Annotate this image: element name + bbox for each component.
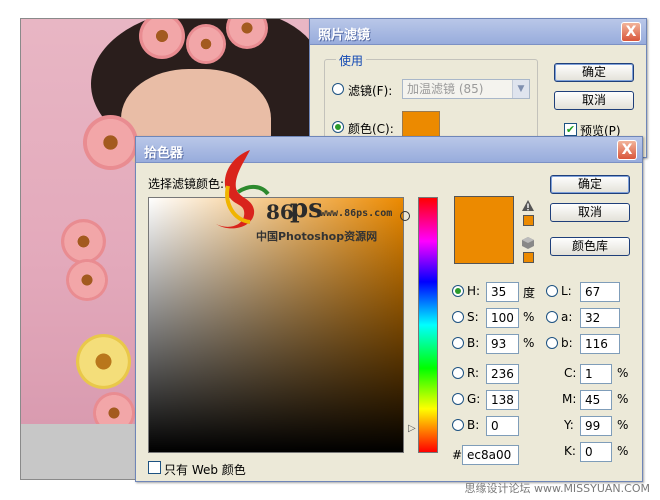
gamut-warning-icon[interactable]: [522, 200, 534, 212]
cyan-label: C:: [564, 366, 577, 380]
cyan-field[interactable]: 1: [580, 364, 612, 384]
a-channel-radio[interactable]: [546, 311, 558, 323]
color-picker-title: 拾色器: [144, 146, 184, 161]
lightness-label: L:: [561, 284, 572, 298]
hex-field[interactable]: ec8a00: [462, 445, 519, 465]
web-color-swatch[interactable]: [523, 252, 534, 263]
ok-button[interactable]: 确定: [554, 63, 634, 82]
color-radio[interactable]: [332, 121, 344, 133]
red-field[interactable]: 236: [486, 364, 519, 384]
hex-label: #: [452, 448, 463, 462]
filter-radio[interactable]: [332, 83, 344, 95]
hue-radio[interactable]: [452, 285, 464, 297]
watermark-ps: ps: [290, 194, 323, 224]
yellow-unit: %: [617, 418, 629, 432]
yellow-field[interactable]: 99: [580, 416, 612, 436]
a-channel-field[interactable]: 32: [580, 308, 620, 328]
watermark-url: www.86ps.com: [320, 208, 393, 219]
web-only-label[interactable]: 只有 Web 颜色: [164, 461, 246, 478]
forum-credit: 思缘设计论坛 www.MISSYUAN.COM: [464, 482, 650, 495]
color-libraries-button[interactable]: 颜色库: [550, 237, 630, 256]
b-channel-radio[interactable]: [546, 337, 558, 349]
lightness-field[interactable]: 67: [580, 282, 620, 302]
close-icon[interactable]: X: [621, 22, 641, 42]
brightness-label: B:: [467, 336, 480, 350]
a-channel-label: a:: [561, 310, 573, 324]
red-radio[interactable]: [452, 367, 464, 379]
site-watermark: 86 ps www.86ps.com 中国Photoshop资源网: [210, 146, 415, 246]
b-channel-field[interactable]: 116: [580, 334, 620, 354]
brightness-field[interactable]: 93: [486, 334, 519, 354]
cancel-button[interactable]: 取消: [550, 203, 630, 222]
lightness-radio[interactable]: [546, 285, 558, 297]
cancel-button[interactable]: 取消: [554, 91, 634, 110]
watermark-logo: [216, 150, 270, 229]
use-group-label: 使用: [336, 52, 367, 69]
gamut-color-swatch[interactable]: [523, 215, 534, 226]
yellow-label: Y:: [564, 418, 574, 432]
blue-field[interactable]: 0: [486, 416, 519, 436]
hue-slider[interactable]: [418, 197, 438, 453]
black-unit: %: [617, 444, 629, 458]
close-icon[interactable]: X: [617, 140, 637, 160]
brightness-radio[interactable]: [452, 337, 464, 349]
magenta-label: M:: [562, 392, 577, 406]
preview-checkbox[interactable]: ✔: [564, 123, 577, 136]
saturation-radio[interactable]: [452, 311, 464, 323]
chevron-down-icon[interactable]: ▼: [512, 80, 529, 98]
photo-filter-title: 照片滤镜: [318, 28, 371, 43]
filter-select[interactable]: 加温滤镜 (85) ▼: [402, 79, 530, 99]
web-only-checkbox[interactable]: [148, 461, 161, 474]
magenta-field[interactable]: 45: [580, 390, 612, 410]
red-label: R:: [467, 366, 480, 380]
saturation-unit: %: [523, 310, 535, 324]
hue-slider-handle[interactable]: ▷: [408, 423, 416, 434]
green-radio[interactable]: [452, 393, 464, 405]
ok-button[interactable]: 确定: [550, 175, 630, 194]
magenta-unit: %: [617, 392, 629, 406]
new-color-swatch: [454, 196, 514, 264]
hue-field[interactable]: 35: [486, 282, 519, 302]
filter-select-value: 加温滤镜 (85): [407, 82, 484, 96]
cyan-unit: %: [617, 366, 629, 380]
filter-color-swatch[interactable]: [402, 111, 440, 139]
blue-label: B:: [467, 418, 480, 432]
watermark-site-name: 中国Photoshop资源网: [256, 230, 378, 243]
web-safe-cube-icon[interactable]: [522, 237, 534, 249]
saturation-field[interactable]: 100: [486, 308, 519, 328]
color-radio-label[interactable]: 颜色(C):: [348, 120, 394, 137]
brightness-unit: %: [523, 336, 535, 350]
green-field[interactable]: 138: [486, 390, 519, 410]
saturation-label: S:: [467, 310, 479, 324]
hue-unit: 度: [523, 286, 536, 300]
photo-filter-titlebar[interactable]: 照片滤镜 X: [310, 19, 646, 45]
hue-label: H:: [467, 284, 481, 298]
green-label: G:: [467, 392, 481, 406]
black-label: K:: [564, 444, 576, 458]
blue-radio[interactable]: [452, 419, 464, 431]
b-channel-label: b:: [561, 336, 573, 350]
filter-radio-label[interactable]: 滤镜(F):: [348, 82, 392, 99]
black-field[interactable]: 0: [580, 442, 612, 462]
